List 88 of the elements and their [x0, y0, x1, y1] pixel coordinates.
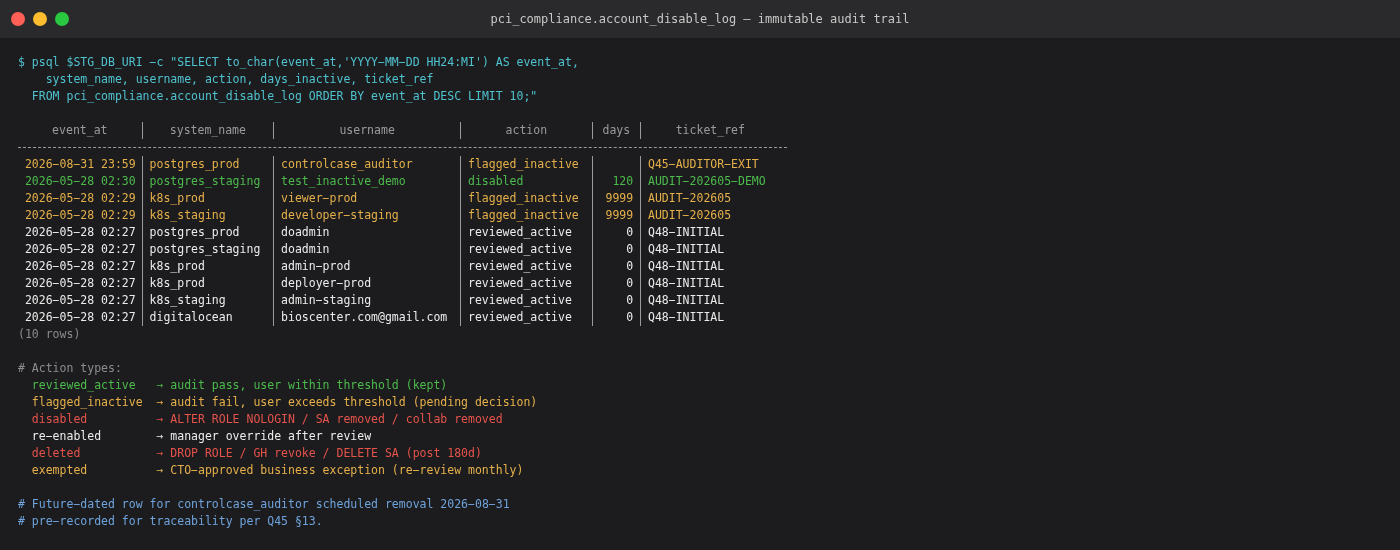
action-name: flagged_inactive — [31, 394, 144, 411]
table-cell: k8s_staging — [142, 292, 275, 309]
table-cell: 0 — [592, 241, 642, 258]
table-cell: postgres_staging — [142, 173, 275, 190]
comment-text: # Future−dated row for controlcase_auditor scheduled removal 2026−08−31 — [18, 497, 510, 511]
column-header: ticket_ref — [674, 122, 746, 139]
minimize-button[interactable] — [33, 12, 47, 26]
table-cell: reviewed_active — [461, 258, 593, 275]
table-cell: admin−prod — [274, 258, 462, 275]
table-cell: doadmin — [274, 241, 462, 258]
table-cell: flagged_inactive — [461, 190, 593, 207]
command-text: system_name, username, action, days_inactive, ticket_ref — [45, 72, 434, 86]
table-cell: flagged_inactive — [461, 207, 593, 224]
command-text: $ psql $STG_DB_URI −c "SELECT to_char(event_at,'YYYY−MM−DD HH24:MI') AS event_at, — [18, 55, 579, 69]
action-description: → DROP ROLE / GH revoke / DELETE SA (post 180d) — [156, 445, 482, 462]
comment-text: # Action types: — [18, 361, 122, 375]
table-cell: admin−staging — [274, 292, 462, 309]
table-cell: postgres_prod — [142, 224, 275, 241]
table-cell: 9999 — [592, 207, 642, 224]
table-cell-text: AUDIT−202605 — [647, 190, 733, 207]
table-cell: 0 — [592, 258, 642, 275]
table-cell: postgres_prod — [142, 156, 275, 173]
table-cell: k8s_staging — [142, 207, 275, 224]
table-cell-text: Q45−AUDITOR−EXIT — [647, 156, 760, 173]
table-cell: 120 — [592, 173, 642, 190]
table-cell-text: AUDIT−202605 — [647, 207, 733, 224]
window-title: pci_compliance.account_disable_log — immutable audit trail — [490, 12, 910, 26]
action-description: → CTO−approved business exception (re−review monthly) — [156, 462, 524, 479]
column-header: username — [274, 122, 462, 139]
row-count: (10 rows) — [18, 327, 81, 341]
table-cell-text: AUDIT−202605−DEMO — [647, 173, 767, 190]
table-cell: 2026−05−28 02:30 — [18, 173, 143, 190]
table-cell: 2026−05−28 02:27 — [18, 275, 143, 292]
table-cell-text: Q48−INITIAL — [647, 309, 726, 326]
column-header: event_at — [18, 122, 143, 139]
column-header: days — [592, 122, 642, 139]
column-header: system_name — [142, 122, 275, 139]
table-cell-text: Q48−INITIAL — [647, 275, 726, 292]
table-cell: doadmin — [274, 224, 462, 241]
table-cell: 0 — [592, 275, 642, 292]
table-cell: 0 — [592, 309, 642, 326]
table-cell: 2026−05−28 02:29 — [18, 207, 143, 224]
table-cell: 2026−05−28 02:27 — [18, 224, 143, 241]
table-cell: 2026−08−31 23:59 — [18, 156, 143, 173]
command-text: FROM pci_compliance.account_disable_log ORDER BY event_at DESC LIMIT 10;" — [31, 89, 538, 103]
close-button[interactable] — [11, 12, 25, 26]
table-cell: 2026−05−28 02:29 — [18, 190, 143, 207]
table-cell: reviewed_active — [461, 224, 593, 241]
table-cell: 2026−05−28 02:27 — [18, 309, 143, 326]
table-cell-text: Q48−INITIAL — [647, 258, 726, 275]
table-cell: reviewed_active — [461, 309, 593, 326]
action-name: deleted — [31, 445, 82, 462]
table-cell: deployer−prod — [274, 275, 462, 292]
table-cell: 2026−05−28 02:27 — [18, 258, 143, 275]
table-cell: digitalocean — [142, 309, 275, 326]
table-cell: reviewed_active — [461, 241, 593, 258]
maximize-button[interactable] — [55, 12, 69, 26]
action-description: → audit pass, user within threshold (kept) — [156, 377, 448, 394]
table-cell-text: Q48−INITIAL — [647, 224, 726, 241]
table-cell: k8s_prod — [142, 275, 275, 292]
table-cell: bioscenter.com@gmail.com — [274, 309, 462, 326]
table-cell: k8s_prod — [142, 258, 275, 275]
table-cell: 2026−05−28 02:27 — [18, 241, 143, 258]
column-header: action — [461, 122, 593, 139]
action-description: → ALTER ROLE NOLOGIN / SA removed / collab removed — [156, 411, 503, 428]
table-cell: 9999 — [592, 190, 642, 207]
table-cell: disabled — [461, 173, 593, 190]
table-cell: postgres_staging — [142, 241, 275, 258]
table-cell: viewer−prod — [274, 190, 462, 207]
action-name: reviewed_active — [31, 377, 137, 394]
action-name: exempted — [31, 462, 89, 479]
action-name: disabled — [31, 411, 89, 428]
table-cell: k8s_prod — [142, 190, 275, 207]
table-cell: controlcase_auditor — [274, 156, 462, 173]
table-cell-text: Q48−INITIAL — [647, 292, 726, 309]
action-description: → audit fail, user exceeds threshold (pending decision) — [156, 394, 538, 411]
table-cell: test_inactive_demo — [274, 173, 462, 190]
comment-text: # pre−recorded for traceability per Q45 §13. — [18, 514, 323, 528]
action-name: re−enabled — [31, 428, 103, 445]
table-cell: reviewed_active — [461, 275, 593, 292]
table-cell-text: Q48−INITIAL — [647, 241, 726, 258]
table-cell: developer−staging — [274, 207, 462, 224]
table-cell: reviewed_active — [461, 292, 593, 309]
table-cell: 0 — [592, 224, 642, 241]
table-cell: flagged_inactive — [461, 156, 593, 173]
action-description: → manager override after review — [156, 428, 372, 445]
table-cell: 0 — [592, 292, 642, 309]
table-cell: 2026−05−28 02:27 — [18, 292, 143, 309]
